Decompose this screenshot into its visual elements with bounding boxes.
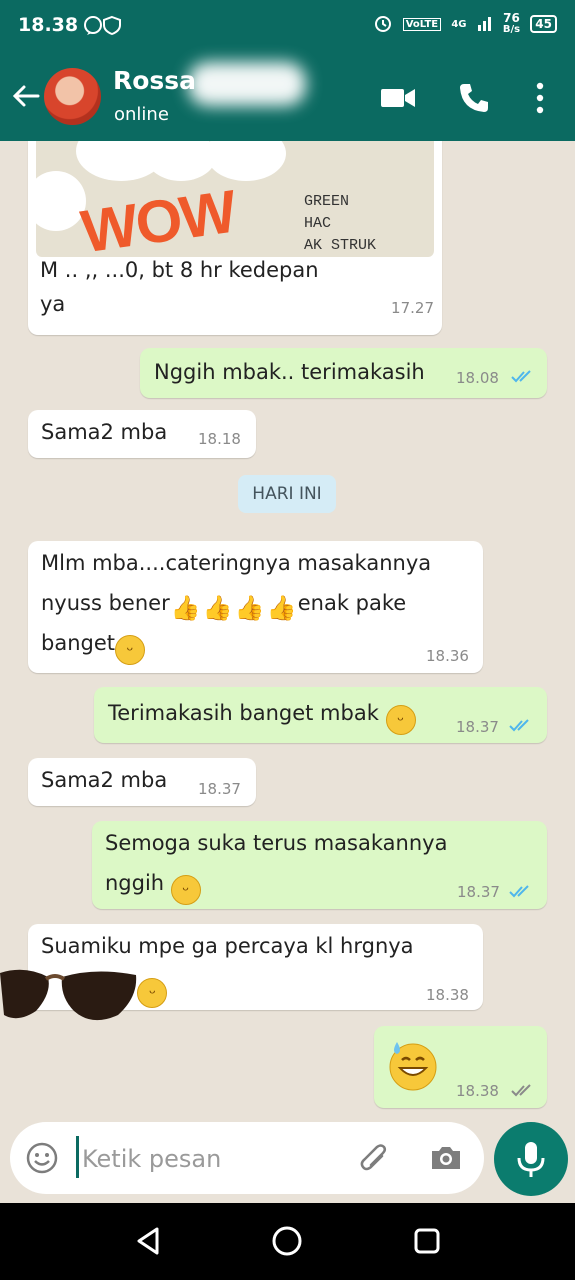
speed-indicator: 76 B/s [503,12,520,36]
delivered-tick-icon [511,1084,531,1097]
attach-icon[interactable] [356,1140,392,1176]
message-line-2-end: enak pake [297,591,407,615]
read-tick-icon [509,719,529,732]
mic-icon [517,1142,545,1177]
outgoing-message[interactable]: Terimakasih banget mbak ᵕ 18.37 [94,687,547,743]
message-line-3-text: banget [41,631,115,655]
outgoing-message[interactable]: Nggih mbak.. terimakasih 18.08 [140,348,547,398]
message-line-3: banget ᵕ [41,623,431,665]
grin-emoji-icon: ᵕ [170,875,201,905]
receipt-text: GREEN HAC AK STRUK [304,191,376,257]
message-time: 18.38 [456,1082,499,1100]
signal-label: 4G [451,18,467,30]
message-time: 18.18 [198,430,241,448]
message-time: 18.37 [456,718,499,736]
chat-header: Rossa online [0,52,575,141]
message-line-1: Semoga suka terus masakannya [105,831,448,855]
message-time: 17.27 [391,299,434,317]
message-line-1: Suamiku mpe ga percaya kl hrgnya [41,934,414,958]
incoming-message[interactable]: Sama2 mba 18.18 [28,410,256,458]
contact-name[interactable]: Rossa [113,66,196,95]
message-time: 18.37 [198,780,241,798]
message-time: 18.37 [457,883,500,901]
more-vert-icon[interactable] [520,78,560,118]
status-right: VoLTE 4G 76 B/s 45 [367,12,557,36]
grin-emoji-icon: ᵕ [115,635,145,665]
phone-icon[interactable] [454,78,494,118]
battery-icon: 45 [530,15,557,33]
message-line-2-text: nggih [105,871,165,895]
message-text: Sama2 mba [41,768,168,792]
message-time: 18.38 [426,986,469,1004]
video-call-icon[interactable] [378,78,418,118]
image-message[interactable]: WOW GREEN HAC AK STRUK M .. ,, ...0, bt … [28,141,442,335]
back-arrow-icon[interactable] [8,78,44,114]
incoming-message[interactable]: Mlm mba....cateringnya masakannya nyuss … [28,541,483,673]
contact-status: online [114,104,169,125]
mic-button[interactable] [494,1122,568,1196]
nav-recents-icon[interactable] [409,1223,445,1259]
date-chip: HARI INI [238,475,336,513]
text-caret [76,1136,79,1178]
camera-icon[interactable] [428,1140,464,1176]
status-time: 18.38 [18,14,79,36]
image-thumbnail[interactable]: WOW GREEN HAC AK STRUK [36,141,434,257]
sunglasses-sticker [0,969,137,1021]
message-text: Semoga suka terus masakannya nggih ᵕ [105,823,447,905]
emoji-icon[interactable] [24,1140,60,1176]
system-nav-bar [0,1203,575,1280]
speed-unit: B/s [502,24,521,35]
thumbs-up-icon: 👍 [170,594,201,622]
message-composer [10,1122,484,1194]
nav-home-icon[interactable] [269,1223,305,1259]
message-time: 18.36 [426,647,469,665]
nav-back-icon[interactable] [130,1223,166,1259]
message-text-content: Terimakasih banget mbak [108,701,379,725]
thumbs-up-icon: 👍 [202,594,233,622]
message-input[interactable] [80,1138,354,1180]
speed-value: 76 [503,11,520,25]
whatsapp-shield-icon [84,15,121,36]
wow-sticker: WOW [77,177,239,257]
incoming-message[interactable]: Sama2 mba 18.37 [28,758,256,806]
thumbs-up-icon: 👍 [266,594,297,622]
message-line-1: Mlm mba....cateringnya masakannya [41,551,432,575]
caption-line-1: M .. ,, ...0, bt 8 hr kedepan [40,258,319,282]
image-caption: M .. ,, ...0, bt 8 hr kedepan ya [40,253,319,321]
message-text: Terimakasih banget mbak ᵕ [108,693,416,735]
volte-label: VoLTE [402,17,442,31]
outgoing-message[interactable]: 18.38 [374,1026,547,1108]
outgoing-message[interactable]: Semoga suka terus masakannya nggih ᵕ 18.… [92,821,547,909]
message-line-2: nggih ᵕ [105,863,447,905]
grin-emoji-icon: ᵕ [385,705,416,735]
status-bar: 18.38 VoLTE 4G 76 B/s 45 [0,0,575,52]
caption-line-2: ya [40,292,66,316]
message-text: Nggih mbak.. terimakasih [154,360,425,384]
thumbs-up-icon: 👍 [234,594,265,622]
message-text: Mlm mba....cateringnya masakannya nyuss … [41,543,431,665]
redaction-blur [188,62,306,106]
read-tick-icon [511,370,531,383]
message-line-2-start: nyuss bener [41,591,170,615]
alarm-icon [373,15,397,36]
receipt-line-1: GREEN [304,193,350,210]
grin-emoji-icon: ᵕ [137,978,168,1008]
receipt-line-2: HAC [304,215,332,232]
message-text: Sama2 mba [41,420,168,444]
avatar[interactable] [44,68,101,125]
message-line-2: nyuss bener👍👍👍👍enak pake [41,583,431,623]
read-tick-icon [509,885,529,898]
signal-icon [477,16,497,34]
message-time: 18.08 [456,369,499,387]
chat-area[interactable]: WOW GREEN HAC AK STRUK M .. ,, ...0, bt … [0,141,575,1203]
notification-icons [83,14,127,41]
sweat-smile-emoji-icon [389,1042,437,1091]
